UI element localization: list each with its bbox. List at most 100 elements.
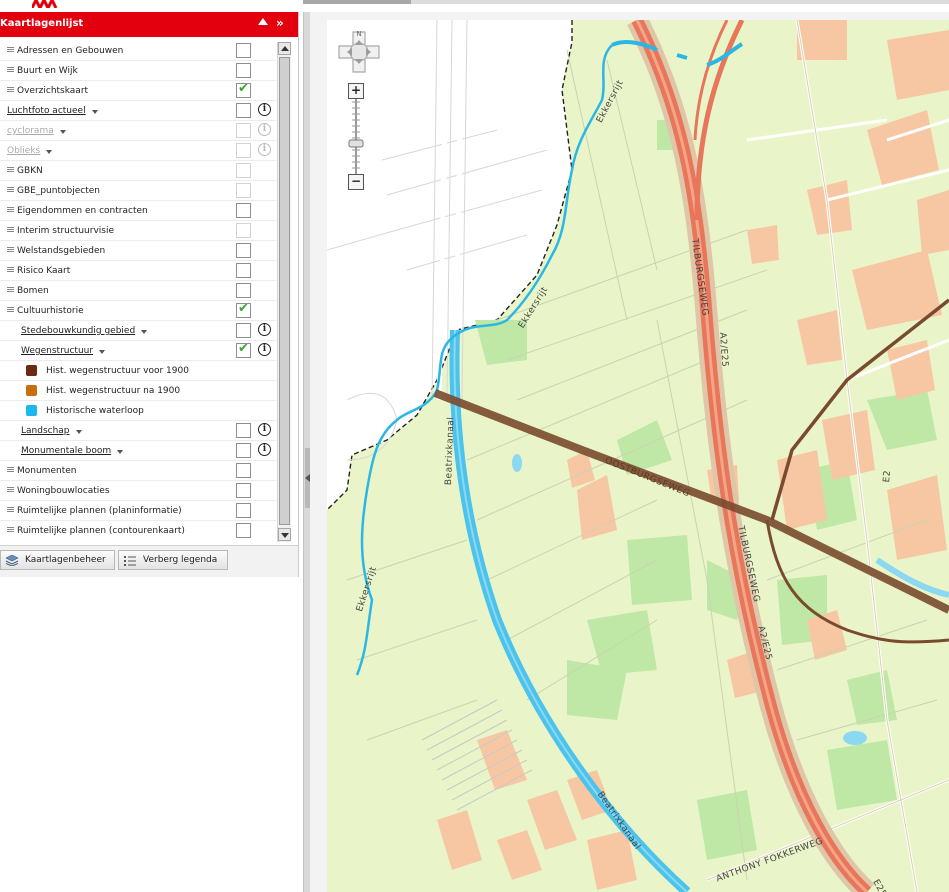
info-icon[interactable]: i <box>258 443 271 456</box>
scroll-up-button[interactable] <box>278 42 291 55</box>
layer-label: Adressen en Gebouwen <box>17 46 124 56</box>
info-icon[interactable]: i <box>258 343 271 356</box>
layer-checkbox[interactable] <box>236 43 251 58</box>
layer-checkbox[interactable] <box>236 243 251 258</box>
layer-checkbox[interactable] <box>236 483 251 498</box>
dropdown-arrow-icon[interactable] <box>141 330 147 334</box>
layer-row[interactable]: Stedebouwkundig gebied i <box>0 321 276 341</box>
collapse-panel-icon[interactable]: » <box>276 16 284 30</box>
zoom-control[interactable]: + − <box>347 82 365 190</box>
layer-row[interactable]: Obliekś i <box>0 141 276 161</box>
layer-group-icon[interactable] <box>7 87 14 94</box>
layer-checkbox[interactable] <box>236 283 251 298</box>
layer-group-icon[interactable] <box>7 287 14 294</box>
layer-checkbox[interactable] <box>236 123 251 138</box>
layer-row[interactable]: cyclorama i <box>0 121 276 141</box>
layer-row[interactable]: Interim structuurvisie <box>0 221 276 241</box>
info-icon[interactable]: i <box>258 143 271 156</box>
layer-label[interactable]: Wegenstructuur <box>21 346 93 356</box>
map-canvas[interactable] <box>327 20 949 892</box>
dropdown-arrow-icon[interactable] <box>99 350 105 354</box>
layer-row[interactable]: Landschap i <box>0 421 276 441</box>
layer-row[interactable]: Hist. wegenstructuur voor 1900 <box>0 361 276 381</box>
layer-checkbox[interactable] <box>236 423 251 438</box>
layer-group-icon[interactable] <box>7 247 14 254</box>
layer-checkbox[interactable] <box>236 323 251 338</box>
layer-checkbox[interactable] <box>236 263 251 278</box>
layer-row[interactable]: Wegenstructuur ✔ i <box>0 341 276 361</box>
info-icon[interactable]: i <box>258 123 271 136</box>
layer-row[interactable]: Monumentale boom i <box>0 441 276 461</box>
dropdown-arrow-icon[interactable] <box>92 110 98 114</box>
layer-row[interactable]: Welstandsgebieden <box>0 241 276 261</box>
hide-legend-button[interactable]: Verberg legenda <box>118 550 228 570</box>
layer-row[interactable]: GBE_puntobjecten <box>0 181 276 201</box>
layer-row[interactable]: Overzichtskaart ✔ <box>0 81 276 101</box>
layer-label: GBE_puntobjecten <box>17 186 100 196</box>
dropdown-arrow-icon[interactable] <box>76 430 82 434</box>
layer-row[interactable]: Ruimtelijke plannen (contourenkaart) <box>0 521 276 539</box>
info-icon[interactable]: i <box>258 423 271 436</box>
layer-label[interactable]: cyclorama <box>7 126 54 136</box>
dropdown-arrow-icon[interactable] <box>117 450 123 454</box>
zoom-slider-thumb[interactable] <box>348 139 364 148</box>
zoom-in-button[interactable]: + <box>348 83 364 99</box>
scroll-thumb[interactable] <box>279 57 290 525</box>
layer-label[interactable]: Stedebouwkundig gebied <box>21 326 135 336</box>
layer-group-icon[interactable] <box>7 187 14 194</box>
layer-row[interactable]: GBKN <box>0 161 276 181</box>
layer-label[interactable]: Landschap <box>21 426 70 436</box>
layer-group-icon[interactable] <box>7 207 14 214</box>
layer-row[interactable]: Bomen <box>0 281 276 301</box>
layer-label[interactable]: Monumentale boom <box>21 446 111 456</box>
layer-checkbox[interactable] <box>236 503 251 518</box>
layer-checkbox[interactable]: ✔ <box>236 341 251 358</box>
layer-group-icon[interactable] <box>7 307 14 314</box>
map-view[interactable]: Ekkersrijt Ekkersrijt Ekkersrijt TILBURG… <box>327 20 949 892</box>
layer-checkbox[interactable] <box>236 103 251 118</box>
info-icon[interactable]: i <box>258 103 271 116</box>
zoom-out-button[interactable]: − <box>348 174 364 190</box>
layer-checkbox[interactable] <box>236 463 251 478</box>
layer-group-icon[interactable] <box>7 47 14 54</box>
layer-row[interactable]: Buurt en Wijk <box>0 61 276 81</box>
layer-label[interactable]: Luchtfoto actueel <box>7 106 86 116</box>
layer-row[interactable]: Adressen en Gebouwen <box>0 41 276 61</box>
layer-row[interactable]: Hist. wegenstructuur na 1900 <box>0 381 276 401</box>
layer-checkbox[interactable]: ✔ <box>236 301 251 318</box>
scroll-down-button[interactable] <box>278 528 291 541</box>
layer-row[interactable]: Eigendommen en contracten <box>0 201 276 221</box>
layer-checkbox[interactable] <box>236 223 251 238</box>
layer-checkbox[interactable] <box>236 203 251 218</box>
layer-group-icon[interactable] <box>7 487 14 494</box>
layer-group-icon[interactable] <box>7 507 14 514</box>
layer-group-icon[interactable] <box>7 467 14 474</box>
layer-checkbox[interactable] <box>236 183 251 198</box>
layer-row[interactable]: Risico Kaart <box>0 261 276 281</box>
layer-checkbox[interactable] <box>236 143 251 158</box>
layer-row[interactable]: Monumenten <box>0 461 276 481</box>
dropdown-arrow-icon[interactable] <box>46 150 52 154</box>
layer-checkbox[interactable] <box>236 63 251 78</box>
collapse-up-icon[interactable] <box>258 18 268 25</box>
layer-row[interactable]: Ruimtelijke plannen (planinformatie) <box>0 501 276 521</box>
layer-checkbox[interactable] <box>236 443 251 458</box>
layer-label[interactable]: Obliekś <box>7 146 40 156</box>
layer-row[interactable]: Historische waterloop <box>0 401 276 421</box>
layer-row[interactable]: Woningbouwlocaties <box>0 481 276 501</box>
layer-row[interactable]: Cultuurhistorie ✔ <box>0 301 276 321</box>
dropdown-arrow-icon[interactable] <box>60 130 66 134</box>
layer-row[interactable]: Luchtfoto actueel i <box>0 101 276 121</box>
layer-checkbox[interactable] <box>236 523 251 538</box>
layer-management-button[interactable]: Kaartlagenbeheer <box>0 550 115 570</box>
info-icon[interactable]: i <box>258 323 271 336</box>
layer-checkbox[interactable]: ✔ <box>236 81 251 98</box>
layer-checkbox[interactable] <box>236 163 251 178</box>
layer-group-icon[interactable] <box>7 227 14 234</box>
pan-control[interactable]: N <box>335 28 383 76</box>
layer-group-icon[interactable] <box>7 527 14 534</box>
layer-group-icon[interactable] <box>7 67 14 74</box>
layer-group-icon[interactable] <box>7 267 14 274</box>
layer-list-scrollbar[interactable] <box>277 42 291 542</box>
layer-group-icon[interactable] <box>7 167 14 174</box>
